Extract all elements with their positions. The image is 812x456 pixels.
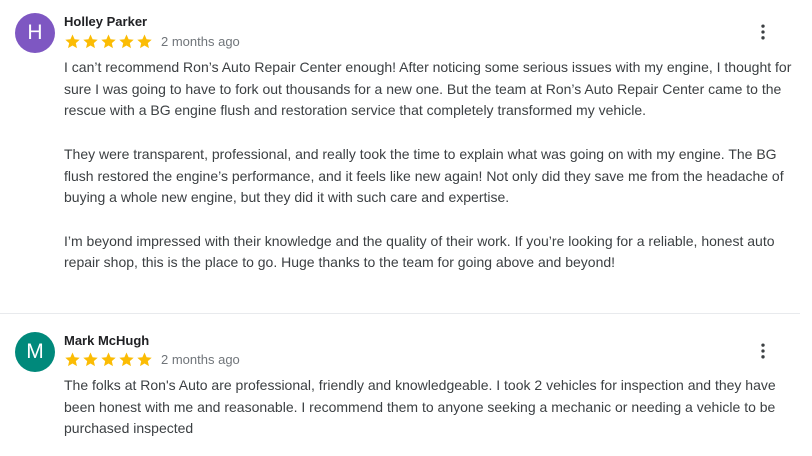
reviewer-name[interactable]: Holley Parker xyxy=(64,14,147,29)
review-text: I can’t recommend Ron’s Auto Repair Cent… xyxy=(64,59,792,271)
reviewer-name[interactable]: Mark McHugh xyxy=(64,333,149,348)
reviews-list: H Holley Parker 2 months ago I can’t rec… xyxy=(0,0,812,456)
star-icon xyxy=(101,34,116,48)
star-icon xyxy=(83,34,98,48)
more-options-button[interactable] xyxy=(752,21,774,43)
star-icon xyxy=(137,34,152,48)
star-icon xyxy=(101,352,116,366)
star-icon xyxy=(65,34,80,48)
divider xyxy=(0,313,800,314)
review-meta: 2 months ago xyxy=(64,32,240,50)
star-icon xyxy=(83,352,98,366)
star-icon xyxy=(137,352,152,366)
star-icon xyxy=(119,352,134,366)
more-vert-icon xyxy=(761,343,765,359)
avatar[interactable]: H xyxy=(15,13,55,53)
star-icon xyxy=(119,34,134,48)
avatar[interactable]: M xyxy=(15,332,55,372)
review-date: 2 months ago xyxy=(161,33,240,49)
star-rating xyxy=(64,351,154,368)
review-text: The folks at Ron's Auto are professional… xyxy=(64,377,776,437)
more-vert-icon xyxy=(761,24,765,40)
star-icon xyxy=(65,352,80,366)
more-options-button[interactable] xyxy=(752,340,774,362)
review-date: 2 months ago xyxy=(161,351,240,367)
review-meta: 2 months ago xyxy=(64,350,240,368)
star-rating xyxy=(64,33,154,50)
